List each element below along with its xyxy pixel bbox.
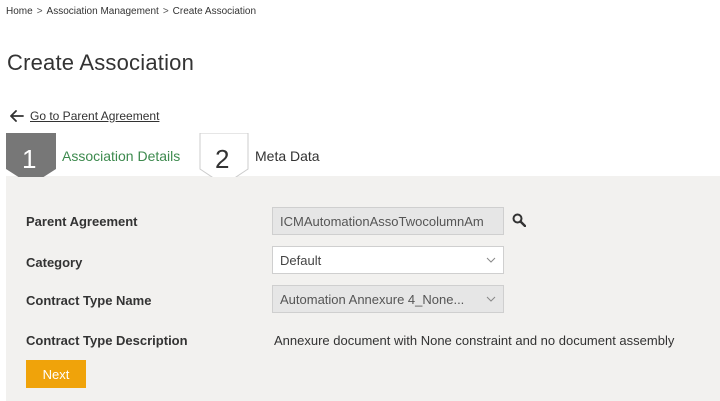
arrow-left-icon <box>10 110 24 122</box>
search-icon[interactable] <box>512 213 526 227</box>
breadcrumb-create-association: Create Association <box>172 6 257 17</box>
breadcrumb-association-management[interactable]: Association Management <box>47 6 159 17</box>
parent-agreement-value: ICMAutomationAssoTwocolumnAm <box>280 213 484 229</box>
breadcrumb: Home > Association Management > Create Assoc… <box>6 6 256 17</box>
chevron-down-icon <box>486 296 496 302</box>
contract-type-description-label: Contract Type Description <box>26 333 188 348</box>
chevron-down-icon <box>486 257 496 263</box>
back-link-label[interactable]: Go to Parent Agreement <box>30 109 159 123</box>
next-button[interactable]: Next <box>26 360 86 388</box>
breadcrumb-separator: > <box>162 6 169 17</box>
breadcrumb-separator: > <box>36 6 43 17</box>
category-label: Category <box>26 255 83 270</box>
contract-type-description-value: Annexure document with None constraint a… <box>274 333 675 348</box>
page-title: Create Association <box>7 50 195 75</box>
parent-agreement-field: ICMAutomationAssoTwocolumnAm <box>272 207 504 235</box>
contract-type-name-select: Automation Annexure 4_None... <box>272 285 504 313</box>
step-2-label[interactable]: Meta Data <box>255 148 320 164</box>
contract-type-name-value: Automation Annexure 4_None... <box>280 291 465 307</box>
breadcrumb-home[interactable]: Home <box>6 6 33 17</box>
back-to-parent-link[interactable]: Go to Parent Agreement <box>10 109 159 123</box>
step-2-number[interactable]: 2 <box>215 146 229 172</box>
step-1-number[interactable]: 1 <box>22 146 36 172</box>
contract-type-name-label: Contract Type Name <box>26 293 152 308</box>
parent-agreement-label: Parent Agreement <box>26 214 138 229</box>
step-1-label[interactable]: Association Details <box>62 148 180 164</box>
category-value: Default <box>280 252 322 268</box>
category-select[interactable]: Default <box>272 246 504 274</box>
